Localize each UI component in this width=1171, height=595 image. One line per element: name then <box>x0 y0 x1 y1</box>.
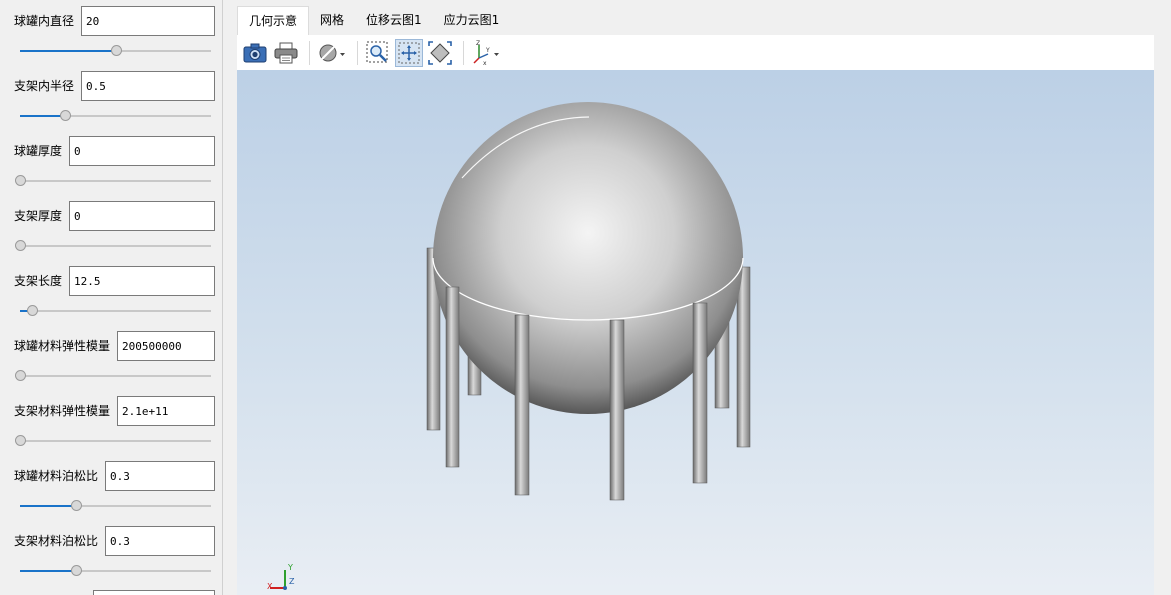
sphere-diameter-slider[interactable] <box>20 45 211 57</box>
slider-handle[interactable] <box>71 500 82 511</box>
display-mode-dropdown[interactable] <box>316 39 348 67</box>
3d-viewport[interactable]: Y Z X <box>237 70 1154 595</box>
param-label: 支架内半径 <box>14 79 75 93</box>
param-label: 支架材料弹性模量 <box>14 404 111 418</box>
param-label: 球罐材料弹性模量 <box>14 339 111 353</box>
param-row-support-poisson: 支架材料泊松比 <box>14 526 98 556</box>
axis-x-label: X <box>267 582 273 591</box>
param-row-support-radius: 支架内半径 <box>14 71 74 101</box>
svg-text:Z: Z <box>476 40 480 47</box>
axes-orientation-icon: Z Y x <box>473 40 499 66</box>
fit-view-button[interactable] <box>395 38 423 67</box>
sphere-poisson-slider[interactable] <box>20 500 211 512</box>
slider-handle[interactable] <box>71 565 82 576</box>
param-label: 球罐厚度 <box>14 144 63 158</box>
rotate-view-button[interactable] <box>426 39 454 67</box>
slider-handle[interactable] <box>15 435 26 446</box>
param-row-support-thickness: 支架厚度 <box>14 201 62 231</box>
support-poisson-input[interactable] <box>105 526 215 556</box>
app-window: 球罐内直径 支架内半径 球罐厚度 支架厚度 <box>0 0 1171 595</box>
support-thickness-input[interactable] <box>69 201 215 231</box>
param-label: 球罐内直径 <box>14 14 75 28</box>
svg-text:x: x <box>483 60 487 66</box>
slider-handle[interactable] <box>15 370 26 381</box>
slider-handle[interactable] <box>60 110 71 121</box>
support-length-slider[interactable] <box>20 305 211 317</box>
right-edge-frame <box>1154 0 1171 595</box>
param-label: 球罐材料泊松比 <box>14 469 99 483</box>
zoom-box-button[interactable] <box>364 39 392 67</box>
tab-stress-contour[interactable]: 应力云图1 <box>433 6 511 35</box>
sphere-tank-model: Y Z X <box>267 102 751 591</box>
camera-icon <box>243 43 267 62</box>
zoom-box-icon <box>366 41 388 62</box>
print-icon <box>274 42 298 63</box>
axes-triad: Y Z X <box>267 563 295 591</box>
param-row-support-length: 支架长度 <box>14 266 62 296</box>
param-label: 支架长度 <box>14 274 63 288</box>
sphere-thickness-slider[interactable] <box>15 175 211 187</box>
support-radius-slider[interactable] <box>20 110 211 122</box>
fit-view-icon <box>398 42 420 63</box>
support-thickness-slider[interactable] <box>15 240 211 252</box>
tab-mesh[interactable]: 网格 <box>309 6 355 35</box>
screenshot-button[interactable] <box>241 39 269 67</box>
sphere-modulus-slider[interactable] <box>15 370 211 382</box>
param-row-sphere-thickness: 球罐厚度 <box>14 136 62 166</box>
param-label: 支架厚度 <box>14 209 63 223</box>
parameter-panel: 球罐内直径 支架内半径 球罐厚度 支架厚度 <box>0 0 222 595</box>
display-mode-icon <box>319 44 345 61</box>
support-poisson-slider[interactable] <box>20 565 211 577</box>
slider-handle[interactable] <box>15 175 26 186</box>
sphere-diameter-input[interactable] <box>81 6 215 36</box>
view-tab-bar: 几何示意 网格 位移云图1 应力云图1 <box>237 6 510 35</box>
slider-handle[interactable] <box>27 305 38 316</box>
support-modulus-slider[interactable] <box>15 435 211 447</box>
toolbar-separator <box>357 40 358 65</box>
slider-handle[interactable] <box>111 45 122 56</box>
viewport-toolbar: Z Y x <box>237 35 1154 70</box>
sphere-modulus-input[interactable] <box>117 331 215 361</box>
sphere-poisson-input[interactable] <box>105 461 215 491</box>
toolbar-separator <box>463 40 464 65</box>
param-row-support-modulus: 支架材料弹性模量 <box>14 396 110 426</box>
axis-z-label: Z <box>289 577 295 586</box>
toolbar-separator <box>309 40 310 65</box>
param-label: 支架材料泊松比 <box>14 534 99 548</box>
tab-displacement-contour[interactable]: 位移云图1 <box>355 6 433 35</box>
next-param-input[interactable] <box>93 590 215 595</box>
axis-y-label: Y <box>287 563 293 572</box>
svg-text:Y: Y <box>485 47 490 54</box>
sphere-thickness-input[interactable] <box>69 136 215 166</box>
tab-geometry[interactable]: 几何示意 <box>237 6 310 35</box>
param-row-sphere-diameter: 球罐内直径 <box>14 6 74 36</box>
print-button[interactable] <box>272 39 300 67</box>
support-radius-input[interactable] <box>81 71 215 101</box>
support-length-input[interactable] <box>69 266 215 296</box>
axes-orientation-dropdown[interactable]: Z Y x <box>470 39 502 67</box>
support-modulus-input[interactable] <box>117 396 215 426</box>
slider-handle[interactable] <box>15 240 26 251</box>
param-row-sphere-poisson: 球罐材料泊松比 <box>14 461 98 491</box>
rotate-view-icon <box>428 40 452 65</box>
panel-divider <box>222 0 223 595</box>
param-row-sphere-modulus: 球罐材料弹性模量 <box>14 331 110 361</box>
